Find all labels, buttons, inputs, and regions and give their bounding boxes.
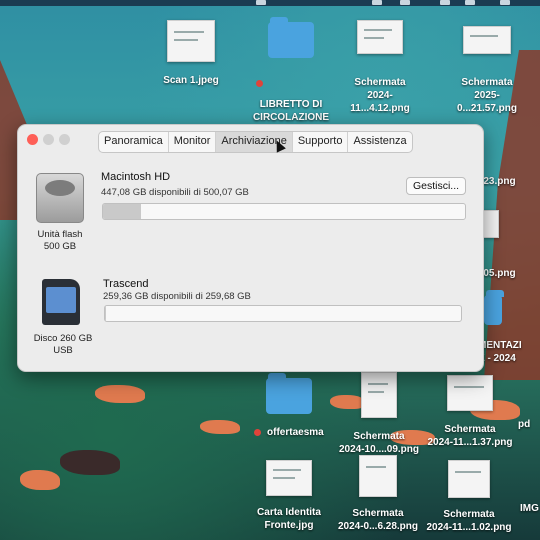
system-info-window: Panoramica Monitor Archiviazione Support… <box>17 124 484 372</box>
desktop-item-label-wrap: LIBRETTO DI CIRCOLAZIONE <box>248 72 334 124</box>
desktop-item[interactable]: MENTAZI E - 2024 <box>478 339 540 365</box>
rock <box>200 420 240 434</box>
internal-disk-icon <box>36 173 84 223</box>
control-center-icon[interactable] <box>465 0 475 5</box>
desktop-item-label: Schermata 2024-11...1.37.png <box>427 424 513 448</box>
id-card-thumbnail-icon <box>266 460 312 496</box>
desktop-item-label: Schermata 2024-11...1.02.png <box>426 509 512 533</box>
desktop-item-label: Schermata 2024-0...6.28.png <box>337 508 419 532</box>
zoom-button[interactable] <box>59 134 70 145</box>
desktop-item[interactable]: 9.23.png <box>475 175 540 188</box>
desktop-item[interactable]: Schermata 2024-0...6.28.png <box>334 455 422 533</box>
rock <box>20 470 60 490</box>
desktop-item-label: LIBRETTO DI CIRCOLAZIONE <box>252 99 330 123</box>
screenshot-thumbnail-icon <box>463 26 511 54</box>
folder-icon <box>484 290 504 325</box>
disk-name: Trascend <box>103 278 149 290</box>
desktop-item-label: offertaesma <box>267 427 324 438</box>
desktop-item-label-wrap: offertaesma <box>246 426 332 439</box>
tab-bar: Panoramica Monitor Archiviazione Support… <box>98 131 413 153</box>
storage-used-fill <box>103 204 142 219</box>
document-thumbnail-icon <box>361 372 397 418</box>
folder-icon <box>268 17 314 58</box>
desktop-item-label: IMG <box>520 503 539 514</box>
manage-button[interactable]: Gestisci... <box>406 177 466 195</box>
desktop-item[interactable]: Schermata 2024-11...1.02.png <box>425 460 513 534</box>
document-thumbnail-icon <box>359 455 397 497</box>
menu-bar <box>0 0 540 6</box>
desktop-item[interactable]: IMG <box>520 502 540 515</box>
desktop-item[interactable]: Carta Identita Fronte.jpg <box>246 460 332 532</box>
desktop-item[interactable]: Scan 1.jpeg <box>155 20 227 87</box>
desktop-item[interactable]: pd <box>518 418 540 431</box>
user-icon[interactable] <box>500 0 510 5</box>
desktop-item[interactable]: offertaesma <box>246 373 332 439</box>
close-button[interactable] <box>27 134 38 145</box>
rock <box>95 385 145 403</box>
disk-availability: 447,08 GB disponibili di 500,07 GB <box>101 187 249 198</box>
desktop-item-label: Schermata 2024-11...4.12.png <box>350 77 410 114</box>
bag-icon[interactable] <box>256 0 266 5</box>
storage-bar <box>104 305 462 322</box>
desktop-item-label: MENTAZI E - 2024 <box>478 340 522 364</box>
disk-name: Macintosh HD <box>101 171 171 183</box>
disk-caption: Unità flash 500 GB <box>37 229 83 252</box>
red-tag-icon <box>254 428 262 436</box>
disk-availability: 259,36 GB disponibili di 259,68 GB <box>103 291 251 302</box>
desktop-item-label: Carta Identita Fronte.jpg <box>257 507 321 531</box>
red-tag-icon <box>256 80 263 87</box>
desktop-item-label: 9.23.png <box>475 176 516 187</box>
desktop-item[interactable]: 0.05.png <box>475 267 540 280</box>
folder-icon <box>266 373 312 414</box>
minimize-button[interactable] <box>43 134 54 145</box>
bluetooth-icon[interactable] <box>400 0 410 5</box>
desktop-item-label: Schermata 2024-10....09.png <box>338 431 420 455</box>
tab-assistenza[interactable]: Assistenza <box>348 132 411 152</box>
desktop-item[interactable]: Schermata 2024-11...1.37.png <box>425 375 515 449</box>
floorplan-thumbnail-icon <box>447 375 493 411</box>
desktop-item-label: pd <box>518 419 531 430</box>
tab-panoramica[interactable]: Panoramica <box>99 132 169 152</box>
status-icon[interactable] <box>372 0 382 5</box>
disk-caption: Disco 260 GB USB <box>33 333 93 356</box>
tab-supporto[interactable]: Supporto <box>293 132 349 152</box>
rock <box>60 450 120 475</box>
desktop-item[interactable]: Schermata 2024-10....09.png <box>336 372 422 456</box>
desktop-item[interactable]: Schermata 2025-0...21.57.png <box>445 26 529 115</box>
desktop-item-label: 0.05.png <box>475 268 516 279</box>
wifi-icon[interactable] <box>440 0 450 5</box>
desktop-item-label: Schermata 2025-0...21.57.png <box>456 77 518 114</box>
sd-card-icon <box>42 279 80 325</box>
desktop-item[interactable]: Schermata 2024-11...4.12.png <box>338 20 422 115</box>
storage-bar <box>102 203 466 220</box>
desktop-item[interactable]: LIBRETTO DI CIRCOLAZIONE <box>248 17 334 124</box>
tab-monitor[interactable]: Monitor <box>169 132 217 152</box>
screenshot-thumbnail-icon <box>357 20 403 54</box>
storage-used-fill <box>105 306 107 321</box>
desktop-item-label: Scan 1.jpeg <box>163 75 219 86</box>
image-thumbnail-icon <box>167 20 215 62</box>
floorplan-thumbnail-icon <box>448 460 490 498</box>
